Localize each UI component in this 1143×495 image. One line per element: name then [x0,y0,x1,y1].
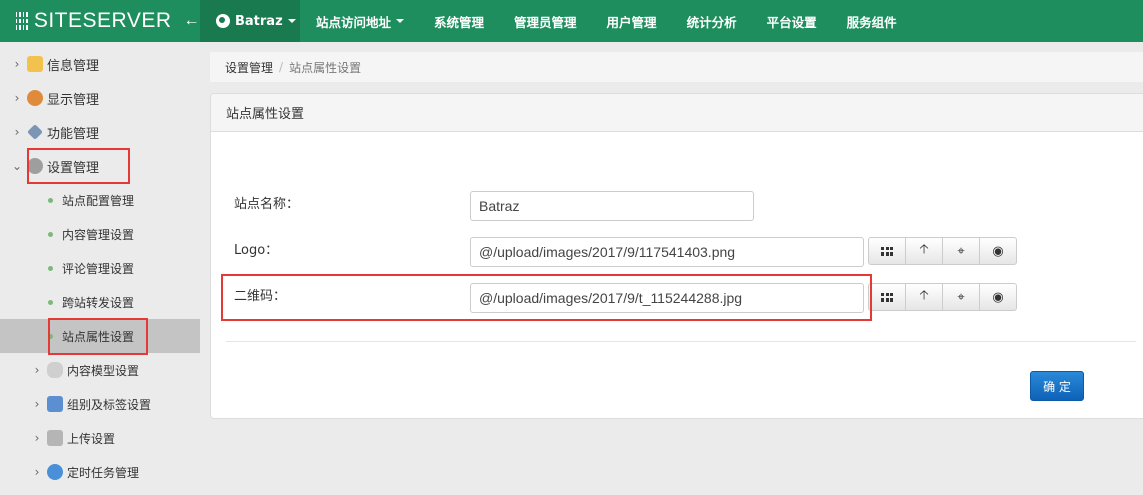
sidebar-item-function[interactable]: › 功能管理 [0,115,200,149]
crop-icon[interactable]: ⌖ [942,237,980,265]
highlight-box [221,274,872,321]
nav-services[interactable]: 服务组件 [832,0,912,42]
chevron-right-icon: › [34,431,40,445]
sidebar-child-groups-tags[interactable]: › 组别及标签设置 [0,387,200,421]
upload-arrow-icon[interactable]: 🡡 [905,283,943,311]
nav-system[interactable]: 系统管理 [419,0,499,42]
highlight-box [27,148,130,184]
sidebar-sub-label: 评论管理设置 [62,261,135,276]
sidebar: › 信息管理 › 显示管理 › 功能管理 ⌄ 设置管理 站点配置管理 内容管理设… [0,42,200,495]
bullet-icon [48,265,53,271]
sidebar-item-label: 功能管理 [47,126,100,142]
sidebar-item-label: 信息管理 [47,58,100,74]
wrench-icon [27,124,43,140]
qrcode-button-group: 🡡 ⌖ ◉ [868,283,1017,311]
logo-grid-icon [16,12,28,30]
sidebar-child-label: 上传设置 [67,431,116,446]
arrow-left-icon[interactable]: ← [184,12,201,30]
grid-icon[interactable] [868,237,906,265]
brand-name: SITESERVER [33,9,172,32]
logo-label: Logo： [234,243,279,258]
palette-icon [27,90,43,106]
sidebar-item-display[interactable]: › 显示管理 [0,81,200,115]
chevron-right-icon: › [34,363,40,377]
logo-input[interactable]: @/upload/images/2017/9/117541403.png [470,237,864,267]
cylinder-icon [47,362,63,378]
chevron-down-icon [396,19,405,23]
chevron-down-icon: ⌄ [11,159,23,173]
submit-button[interactable]: 确 定 [1030,371,1084,401]
sidebar-sub-label: 站点配置管理 [62,193,135,208]
nav-site-url[interactable]: 站点访问地址 [300,0,419,42]
nav-analytics[interactable]: 统计分析 [672,0,752,42]
clock-icon [47,464,63,480]
chevron-right-icon: › [14,57,20,71]
sitemap-icon [47,396,63,412]
chevron-down-icon [287,19,296,23]
eye-icon[interactable]: ◉ [979,283,1017,311]
chevron-right-icon: › [14,91,20,105]
sidebar-item-label: 显示管理 [47,92,100,108]
sidebar-sub-site-config[interactable]: 站点配置管理 [0,183,200,217]
document-icon [47,430,63,446]
breadcrumb-current: 站点属性设置 [289,60,362,75]
sidebar-sub-label: 跨站转发设置 [62,295,135,310]
nav-site-url-label: 站点访问地址 [316,14,392,30]
bullet-icon [48,231,53,237]
site-switcher[interactable]: Batraz [200,0,300,42]
breadcrumb: 设置管理 / 站点属性设置 [210,52,1143,82]
brand[interactable]: SITESERVER ← [0,0,200,42]
folder-lock-icon [27,56,43,72]
main-nav: 站点访问地址 系统管理 管理员管理 用户管理 统计分析 平台设置 服务组件 [300,0,912,42]
grid-icon[interactable] [868,283,906,311]
bullet-icon [48,299,53,305]
settings-panel: 站点属性设置 站点名称： Batraz Logo： @/upload/image… [210,93,1143,419]
highlight-box [48,318,148,355]
chevron-right-icon: › [34,465,40,479]
globe-icon [216,14,230,28]
sidebar-child-label: 内容模型设置 [67,363,140,378]
logo-button-group: 🡡 ⌖ ◉ [868,237,1017,265]
site-name-input[interactable]: Batraz [470,191,754,221]
chevron-right-icon: › [34,397,40,411]
eye-icon[interactable]: ◉ [979,237,1017,265]
site-name-label: 站点名称： [234,197,300,212]
breadcrumb-separator: / [279,60,284,74]
sidebar-item-info[interactable]: › 信息管理 [0,47,200,81]
sidebar-child-label: 组别及标签设置 [67,397,152,412]
bullet-icon [48,197,53,203]
chevron-right-icon: › [14,125,20,139]
top-navbar: SITESERVER ← Batraz 站点访问地址 系统管理 管理员管理 用户… [0,0,1143,42]
nav-admin[interactable]: 管理员管理 [499,0,592,42]
sidebar-child-content-model[interactable]: › 内容模型设置 [0,353,200,387]
upload-arrow-icon[interactable]: 🡡 [905,237,943,265]
sidebar-child-label: 定时任务管理 [67,465,140,480]
divider [226,341,1136,342]
sidebar-sub-cross-site[interactable]: 跨站转发设置 [0,285,200,319]
crop-icon[interactable]: ⌖ [942,283,980,311]
breadcrumb-parent[interactable]: 设置管理 [225,59,273,76]
sidebar-child-upload[interactable]: › 上传设置 [0,421,200,455]
sidebar-child-scheduled[interactable]: › 定时任务管理 [0,455,200,489]
panel-title: 站点属性设置 [211,94,1143,132]
sidebar-sub-label: 内容管理设置 [62,227,135,242]
sidebar-sub-comments[interactable]: 评论管理设置 [0,251,200,285]
site-switcher-label: Batraz [235,13,283,29]
nav-platform[interactable]: 平台设置 [752,0,832,42]
nav-users[interactable]: 用户管理 [592,0,672,42]
sidebar-sub-content[interactable]: 内容管理设置 [0,217,200,251]
